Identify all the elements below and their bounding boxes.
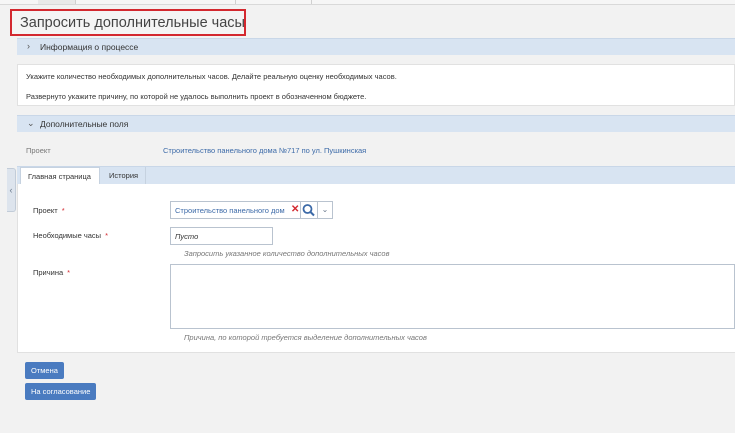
reason-field-label: Причина * <box>33 268 71 277</box>
clear-icon[interactable]: ✕ <box>291 204 299 215</box>
instruction-line: Укажите количество необходимых дополните… <box>26 72 397 81</box>
tab-history[interactable]: История <box>102 167 147 184</box>
top-tab-3[interactable] <box>75 0 236 4</box>
reason-hint: Причина, по которой требуется выделение … <box>184 333 427 342</box>
project-lookup[interactable]: Строительство панельного дом ✕ ⌄ <box>170 201 333 219</box>
hours-field-label: Необходимые часы * <box>33 231 108 240</box>
page-title: Запросить дополнительные часы <box>20 15 245 31</box>
search-icon <box>302 204 315 217</box>
required-mark: * <box>67 268 71 277</box>
project-lookup-value: Строительство панельного дом <box>175 206 285 215</box>
project-info-label: Проект <box>26 146 51 155</box>
instructions-box: Укажите количество необходимых дополните… <box>17 64 735 106</box>
project-field-label: Проект * <box>33 206 65 215</box>
collapse-sidebar-handle[interactable]: ‹ <box>7 168 16 212</box>
chevron-down-icon: ⌄ <box>27 118 35 128</box>
page-title-highlight: Запросить дополнительные часы <box>10 9 246 36</box>
tab-main-page[interactable]: Главная страница <box>20 167 100 184</box>
chevron-down-icon[interactable]: ⌄ <box>318 201 333 219</box>
search-button[interactable] <box>301 201 318 219</box>
top-tab-strip <box>0 0 735 5</box>
project-lookup-field[interactable]: Строительство панельного дом ✕ <box>170 201 301 219</box>
hours-hint: Запросить указанное количество дополните… <box>184 249 390 258</box>
reason-textarea[interactable] <box>170 264 735 329</box>
top-tab-4[interactable] <box>235 0 312 4</box>
top-tab-2[interactable] <box>38 0 76 4</box>
submit-for-approval-button[interactable]: На согласование <box>25 383 97 400</box>
extra-fields-label: Дополнительные поля <box>40 119 129 129</box>
process-info-header[interactable]: › Информация о процессе <box>17 38 735 55</box>
tab-bar: Главная страница История <box>17 166 735 184</box>
required-mark: * <box>105 231 108 240</box>
chevron-right-icon: › <box>27 41 30 51</box>
extra-fields-header[interactable]: ⌄ Дополнительные поля <box>17 115 735 132</box>
hours-input[interactable] <box>170 227 273 245</box>
instruction-line: Развернуто укажите причину, по которой н… <box>26 92 367 101</box>
required-mark: * <box>61 206 65 215</box>
top-tab-1[interactable] <box>0 0 39 4</box>
project-info-row: Проект Строительство панельного дома №71… <box>17 140 735 162</box>
project-link[interactable]: Строительство панельного дома №717 по ул… <box>163 146 366 155</box>
process-info-label: Информация о процессе <box>40 42 139 52</box>
cancel-button[interactable]: Отмена <box>25 362 64 379</box>
chevron-left-icon: ‹ <box>9 185 13 195</box>
